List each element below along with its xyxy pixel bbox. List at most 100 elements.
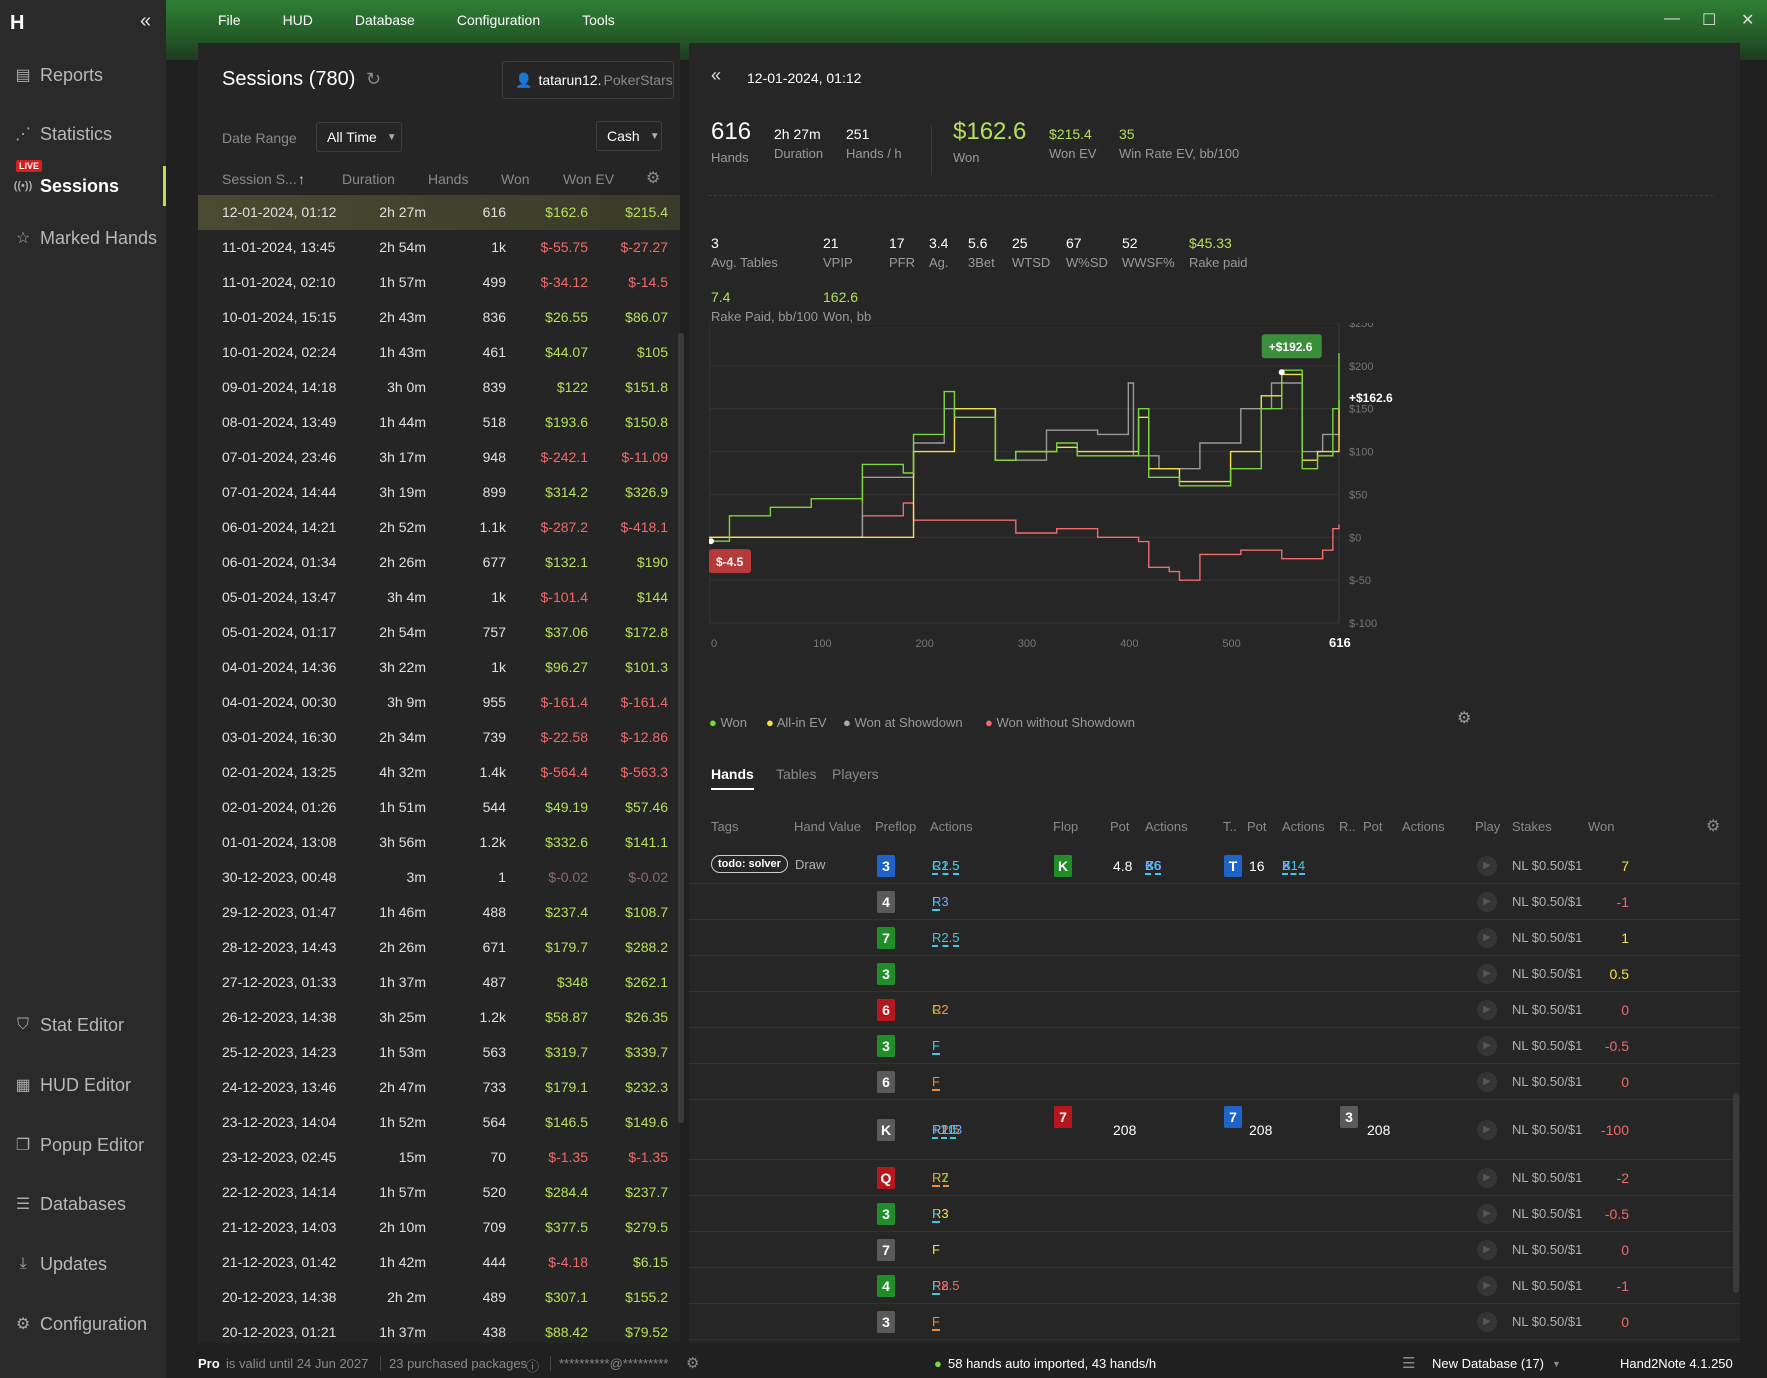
play-icon[interactable]: ▶ [1477, 1240, 1497, 1260]
table-row[interactable]: 23-12-2023, 02:45 15m 70 $-1.35 $-1.35 [198, 1140, 680, 1175]
sidebar-item-popup-editor[interactable]: ❐ Popup Editor [0, 1125, 166, 1165]
game-type-dropdown[interactable]: Cash ▼ [596, 121, 662, 151]
menu-file[interactable]: File [218, 12, 241, 28]
table-row[interactable]: 30-12-2023, 00:48 3m 1 $-0.02 $-0.02 [198, 860, 680, 895]
table-row[interactable]: 28-12-2023, 14:43 2h 26m 671 $179.7 $288.2 [198, 930, 680, 965]
gear-icon[interactable]: ⚙ [1457, 708, 1471, 728]
refresh-icon[interactable]: ↻ [366, 69, 381, 90]
hand-row[interactable]: 93R3F▶NL $0.50/$1-0.5 [689, 1196, 1740, 1232]
table-row[interactable]: 21-12-2023, 14:03 2h 10m 709 $377.5 $279.5 [198, 1210, 680, 1245]
scrollbar[interactable] [1733, 1093, 1739, 1293]
table-row[interactable]: 04-01-2024, 00:30 3h 9m 955 $-161.4 $-161.4 [198, 685, 680, 720]
hand-row[interactable]: KQR2R7F▶NL $0.50/$1-2 [689, 1160, 1740, 1196]
sidebar-item-updates[interactable]: ⤓ Updates [0, 1244, 166, 1284]
legend-won[interactable]: ● Won [709, 715, 747, 730]
col-session-start[interactable]: Session S... [222, 171, 297, 187]
tab-tables[interactable]: Tables [776, 766, 816, 782]
menu-configuration[interactable]: Configuration [457, 12, 540, 28]
table-row[interactable]: 11-01-2024, 02:10 1h 57m 499 $-34.12 $-14.5 [198, 265, 680, 300]
table-row[interactable]: 05-01-2024, 01:17 2h 54m 757 $37.06 $172.8 [198, 615, 680, 650]
table-row[interactable]: 06-01-2024, 14:21 2h 52m 1.1k $-287.2 $-418.… [198, 510, 680, 545]
hand-row[interactable]: 97R2.5▶NL $0.50/$11 [689, 920, 1740, 956]
col-preflop[interactable]: Preflop [875, 819, 916, 834]
table-row[interactable]: 10-01-2024, 02:24 1h 43m 461 $44.07 $105 [198, 335, 680, 370]
play-icon[interactable]: ▶ [1477, 928, 1497, 948]
table-row[interactable]: 10-01-2024, 15:15 2h 43m 836 $26.55 $86.07 [198, 300, 680, 335]
hand-row[interactable]: K3F▶NL $0.50/$1-0.5 [689, 1028, 1740, 1064]
scrollbar[interactable] [678, 333, 684, 1123]
col-turn[interactable]: T.. [1223, 819, 1237, 834]
table-row[interactable]: 22-12-2023, 14:14 1h 57m 520 $284.4 $237.7 [198, 1175, 680, 1210]
gear-icon[interactable]: ⚙ [1706, 816, 1720, 836]
play-icon[interactable]: ▶ [1477, 1204, 1497, 1224]
sidebar-item-reports[interactable]: ▤ Reports [0, 55, 166, 95]
hand-row[interactable]: todo: solverDrawQ3R2.5C1.59AK4.8XB6C6T16… [689, 848, 1740, 884]
sort-asc-icon[interactable]: ↑ [298, 171, 305, 187]
table-row[interactable]: 02-01-2024, 13:25 4h 32m 1.4k $-564.4 $-563.… [198, 755, 680, 790]
table-row[interactable]: 01-01-2024, 13:08 3h 56m 1.2k $332.6 $141.1 [198, 825, 680, 860]
play-icon[interactable]: ▶ [1477, 1120, 1497, 1140]
table-row[interactable]: 03-01-2024, 16:30 2h 34m 739 $-22.58 $-12.86 [198, 720, 680, 755]
play-icon[interactable]: ▶ [1477, 1276, 1497, 1296]
play-icon[interactable]: ▶ [1477, 964, 1497, 984]
session-graph[interactable]: $250 $200 $150 $100 $50 $0 $-50 $-100 0 100 200 300… [709, 323, 1449, 763]
col-won[interactable]: Won [501, 171, 530, 187]
table-row[interactable]: 07-01-2024, 23:46 3h 17m 948 $-242.1 $-11.09 [198, 440, 680, 475]
play-icon[interactable]: ▶ [1477, 856, 1497, 876]
table-row[interactable]: 06-01-2024, 01:34 2h 26m 677 $132.1 $190 [198, 545, 680, 580]
hand-row[interactable]: 73▶NL $0.50/$10.5 [689, 956, 1740, 992]
col-stakes[interactable]: Stakes [1512, 819, 1552, 834]
table-row[interactable]: 23-12-2023, 14:04 1h 52m 564 $146.5 $149.6 [198, 1105, 680, 1140]
col-tags[interactable]: Tags [711, 819, 738, 834]
play-icon[interactable]: ▶ [1477, 1072, 1497, 1092]
purchased-packages[interactable]: 23 purchased packages [380, 1356, 527, 1371]
col-turn-pot[interactable]: Pot [1247, 819, 1267, 834]
sidebar-item-sessions[interactable]: ((•)) Sessions LIVE [0, 160, 166, 206]
hand-row[interactable]: KKR2.5R10R113+173TQ8720857208T3208▶NL $0… [689, 1100, 1740, 1160]
table-row[interactable]: 26-12-2023, 14:38 3h 25m 1.2k $58.87 $26.35 [198, 1000, 680, 1035]
table-row[interactable]: 21-12-2023, 01:42 1h 42m 444 $-4.18 $6.15 [198, 1245, 680, 1280]
col-flop[interactable]: Flop [1053, 819, 1078, 834]
play-icon[interactable]: ▶ [1477, 1000, 1497, 1020]
hand-row[interactable]: 86F▶NL $0.50/$10 [689, 1064, 1740, 1100]
sidebar-item-configuration[interactable]: ⚙ Configuration [0, 1304, 166, 1344]
gear-icon[interactable]: ⚙ [646, 168, 660, 188]
hand-row[interactable]: 54R2.5R8F▶NL $0.50/$1-1 [689, 1268, 1740, 1304]
menu-database[interactable]: Database [355, 12, 415, 28]
sidebar-item-marked-hands[interactable]: ☆ Marked Hands [0, 218, 166, 258]
sidebar-item-statistics[interactable]: ⋰ Statistics [0, 114, 166, 154]
table-row[interactable]: 08-01-2024, 13:49 1h 44m 518 $193.6 $150.8 [198, 405, 680, 440]
table-row[interactable]: 09-01-2024, 14:18 3h 0m 839 $122 $151.8 [198, 370, 680, 405]
col-pf-actions[interactable]: Actions [930, 819, 973, 834]
menu-hud[interactable]: HUD [283, 12, 313, 28]
table-row[interactable]: 20-12-2023, 14:38 2h 2m 489 $307.1 $155.2 [198, 1280, 680, 1315]
legend-won-without-showdown[interactable]: ● Won without Showdown [985, 715, 1135, 730]
tab-hands[interactable]: Hands [711, 766, 754, 790]
table-row[interactable]: 20-12-2023, 01:21 1h 37m 438 $88.42 $79.52 [198, 1315, 680, 1350]
table-row[interactable]: 04-01-2024, 14:36 3h 22m 1k $96.27 $101.3 [198, 650, 680, 685]
col-river-actions[interactable]: Actions [1402, 819, 1445, 834]
table-row[interactable]: 05-01-2024, 13:47 3h 4m 1k $-101.4 $144 [198, 580, 680, 615]
legend-all-in-ev[interactable]: ● All-in EV [766, 715, 827, 730]
sidebar-item-stat-editor[interactable]: ⛉ Stat Editor [0, 1005, 166, 1045]
col-river[interactable]: R.. [1339, 819, 1356, 834]
database-selector[interactable]: New Database (17) [1432, 1356, 1544, 1371]
table-row[interactable]: 27-12-2023, 01:33 1h 37m 487 $348 $262.1 [198, 965, 680, 1000]
table-row[interactable]: 24-12-2023, 13:46 2h 47m 733 $179.1 $232.3 [198, 1070, 680, 1105]
date-range-dropdown[interactable]: All Time ▼ [316, 122, 402, 152]
legend-won-at-showdown[interactable]: ● Won at Showdown [843, 715, 963, 730]
maximize-icon[interactable]: ☐ [1702, 10, 1716, 30]
col-flop-pot[interactable]: Pot [1110, 819, 1130, 834]
col-turn-actions[interactable]: Actions [1282, 819, 1325, 834]
col-won[interactable]: Won [1588, 819, 1615, 834]
back-icon[interactable]: « [711, 65, 721, 86]
close-icon[interactable]: ✕ [1741, 10, 1754, 30]
col-river-pot[interactable]: Pot [1363, 819, 1383, 834]
col-duration[interactable]: Duration [342, 171, 395, 187]
minimize-icon[interactable]: — [1664, 10, 1680, 28]
table-row[interactable]: 07-01-2024, 14:44 3h 19m 899 $314.2 $326.9 [198, 475, 680, 510]
play-icon[interactable]: ▶ [1477, 1168, 1497, 1188]
table-row[interactable]: 29-12-2023, 01:47 1h 46m 488 $237.4 $108.7 [198, 895, 680, 930]
hand-row[interactable]: 63F▶NL $0.50/$10 [689, 1304, 1740, 1340]
col-flop-actions[interactable]: Actions [1145, 819, 1188, 834]
